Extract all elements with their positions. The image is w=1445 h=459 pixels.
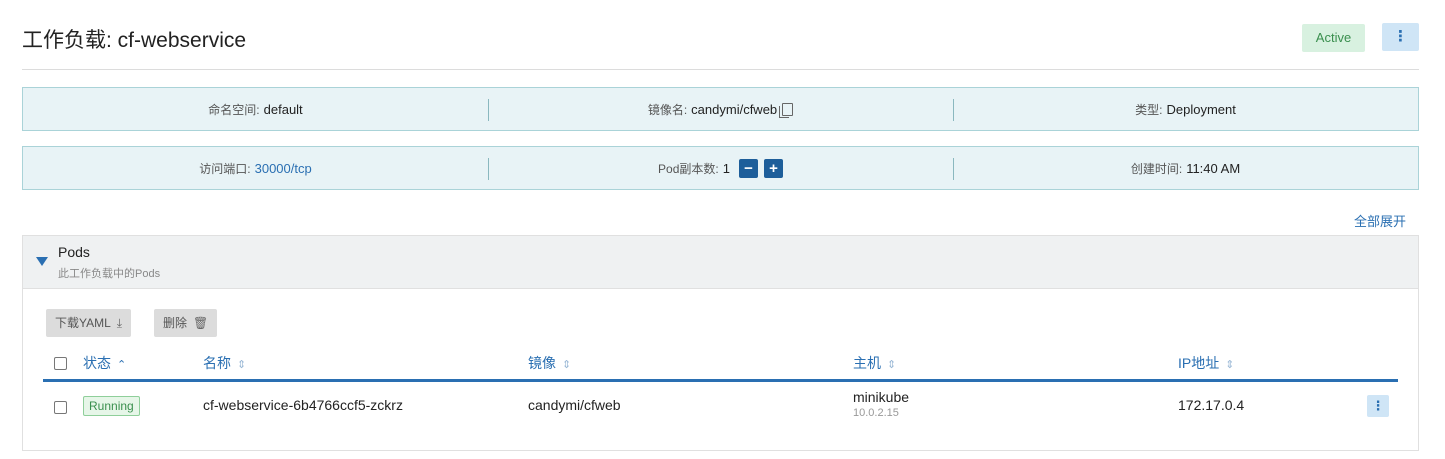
expand-all-link[interactable]: 全部展开 [1354,211,1406,230]
namespace-value: default [263,101,303,117]
column-label: 主机 [853,355,881,371]
download-icon: ⤓ [116,316,123,330]
type-cell: 类型: Deployment [953,88,1418,130]
table-header-divider [43,379,1398,382]
column-label: 状态 [83,355,111,371]
actions-menu-button[interactable]: ⋮ [1382,23,1419,51]
page-title: 工作负载: cf-webservice [22,29,247,52]
replicas-increment-button[interactable]: + [763,158,783,178]
status-badge: Active [1302,24,1365,52]
column-label: 名称 [203,355,231,371]
port-link[interactable]: 30000/tcp [255,161,312,176]
column-label: IP地址 [1178,355,1220,371]
column-label: 镜像 [528,355,556,371]
namespace-cell: 命名空间: default [23,88,488,130]
image-cell: 镜像名: candymi/cfweb [488,88,953,130]
pods-panel-subtitle: 此工作负载中的Pods [58,268,161,280]
namespace-label: 命名空间: [208,102,260,117]
sort-icon: ⇕ [1225,359,1235,371]
pods-panel-header[interactable]: Pods 此工作负载中的Pods [23,236,1418,289]
page-header: 工作负载: cf-webservice Active ⋮ [22,0,1419,70]
pods-panel: Pods 此工作负载中的Pods 下载YAML ⤓ 删除 🗑 状态 ⌃ 名称 ⇕ 镜像 ⇕… [22,235,1419,451]
pod-host-ip: 10.0.2.15 [853,407,899,419]
created-label: 创建时间: [1130,161,1183,176]
port-label: 访问端口: [199,161,251,176]
created-cell: 创建时间: 11:40 AM [953,147,1418,189]
download-yaml-button[interactable]: 下载YAML ⤓ [46,309,132,337]
type-value: Deployment [1166,101,1236,117]
type-label: 类型: [1135,102,1163,117]
image-value: candymi/cfweb [691,101,778,117]
row-checkbox[interactable] [54,401,67,414]
pod-name-link[interactable]: cf-webservice-6b4766ccf5-zckrz [203,397,403,413]
image-label: 镜像名: [647,102,688,117]
kebab-vertical-icon: ⋮ [1393,28,1408,45]
info-box-primary: 命名空间: default 镜像名: candymi/cfweb 类型: Dep… [22,87,1419,131]
replicas-label: Pod副本数: [658,161,719,176]
column-header-name[interactable]: 名称 ⇕ [203,353,246,373]
column-header-ip[interactable]: IP地址 ⇕ [1178,353,1234,373]
download-yaml-label: 下载YAML [55,316,111,330]
delete-button[interactable]: 删除 🗑 [154,309,218,337]
pod-host-link[interactable]: minikube [853,389,909,405]
copy-icon[interactable] [779,102,794,118]
column-header-status[interactable]: 状态 ⌃ [83,353,126,373]
replicas-decrement-button[interactable]: − [738,158,758,178]
sort-icon: ⇕ [237,359,247,371]
column-header-host[interactable]: 主机 ⇕ [853,353,896,373]
sort-asc-icon: ⌃ [117,359,127,371]
pod-ip: 172.17.0.4 [1178,397,1245,413]
caret-down-icon[interactable] [36,257,48,266]
port-cell: 访问端口: 30000/tcp [23,147,488,189]
trash-icon: 🗑 [193,316,209,330]
sort-icon: ⇕ [562,359,572,371]
pod-image: candymi/cfweb [528,397,621,413]
row-actions-button[interactable]: ⋮ [1367,395,1389,417]
replicas-value: 1 [722,160,730,176]
select-all-checkbox[interactable] [54,357,67,370]
kebab-vertical-icon: ⋮ [1371,398,1385,413]
status-badge-running: Running [83,396,140,416]
created-value: 11:40 AM [1186,160,1241,176]
pods-panel-title: Pods [58,244,90,260]
replicas-cell: Pod副本数: 1 − + [488,147,953,189]
info-box-secondary: 访问端口: 30000/tcp Pod副本数: 1 − + 创建时间: 11:4… [22,146,1419,190]
column-header-image[interactable]: 镜像 ⇕ [528,353,571,373]
delete-label: 删除 [163,316,188,330]
sort-icon: ⇕ [887,359,897,371]
